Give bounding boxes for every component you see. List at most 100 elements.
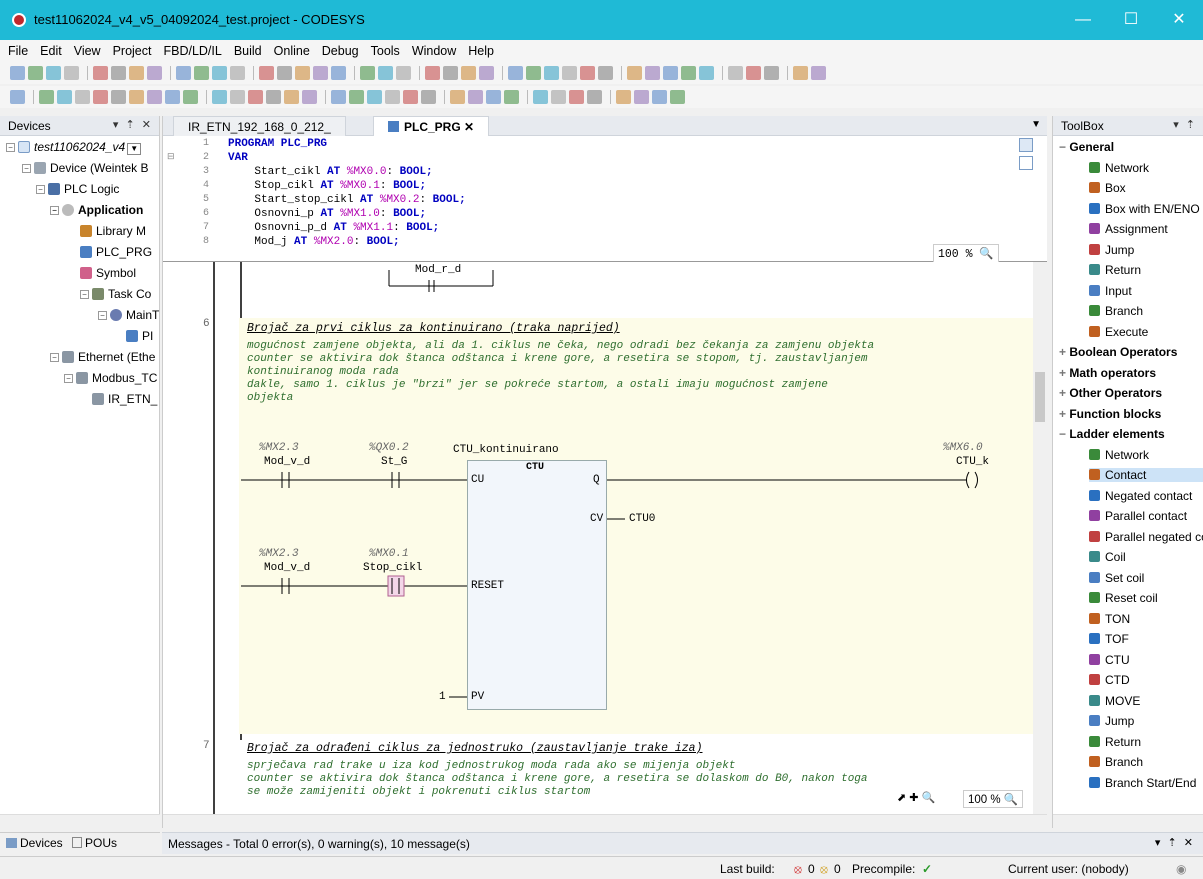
- toolbar-button-icon[interactable]: [793, 65, 808, 80]
- toolbox-item-branch[interactable]: Branch: [1089, 755, 1143, 769]
- toolbar-button-icon[interactable]: [396, 65, 411, 80]
- toolbar-button-icon[interactable]: [508, 65, 523, 80]
- menu-tools[interactable]: Tools: [363, 40, 404, 58]
- tree-item-ir-etn[interactable]: IR_ETN_: [92, 392, 157, 406]
- menu-fbd-ld-il[interactable]: FBD/LD/IL: [155, 40, 225, 58]
- toolbox-item-assignment[interactable]: Assignment: [1089, 222, 1168, 236]
- toolbar-button-icon[interactable]: [746, 65, 761, 80]
- ladder-zoom[interactable]: 100 % 🔍: [963, 790, 1024, 808]
- decl-textual-view-icon[interactable]: [1019, 138, 1033, 152]
- tab-pous[interactable]: POUs: [72, 836, 117, 850]
- ladder-editor[interactable]: Mod_r_d 6 Brojač za prvi ciklus za konti…: [163, 262, 1033, 814]
- toolbar-button-icon[interactable]: [176, 65, 191, 80]
- toolbar-button-icon[interactable]: [302, 89, 317, 104]
- menu-file[interactable]: File: [0, 40, 32, 58]
- toolbar-button-icon[interactable]: [129, 89, 144, 104]
- toolbar-button-icon[interactable]: [295, 65, 310, 80]
- toolbar-button-icon[interactable]: [461, 65, 476, 80]
- maximize-button[interactable]: ☐: [1111, 8, 1151, 32]
- tree-item-modbus[interactable]: − Modbus_TC: [64, 371, 157, 385]
- toolbox-item-negated-contact[interactable]: Negated contact: [1089, 489, 1192, 503]
- toolbar-button-icon[interactable]: [627, 65, 642, 80]
- toolbar-button-icon[interactable]: [46, 65, 61, 80]
- toolbar-button-icon[interactable]: [403, 89, 418, 104]
- toolbar-button-icon[interactable]: [645, 65, 660, 80]
- toolbar-button-icon[interactable]: [129, 65, 144, 80]
- toolbar-button-icon[interactable]: [10, 89, 25, 104]
- toolbar-button-icon[interactable]: [212, 89, 227, 104]
- toolbar-button-icon[interactable]: [811, 65, 826, 80]
- menu-view[interactable]: View: [66, 40, 105, 58]
- toolbar-button-icon[interactable]: [331, 89, 346, 104]
- toolbar-button-icon[interactable]: [331, 65, 346, 80]
- toolbar-button-icon[interactable]: [165, 89, 180, 104]
- toolbar-button-icon[interactable]: [75, 89, 90, 104]
- minimize-button[interactable]: —: [1063, 8, 1103, 32]
- toolbar-button-icon[interactable]: [728, 65, 743, 80]
- toolbox-item-parallel-negated-co[interactable]: Parallel negated co: [1089, 530, 1203, 544]
- tree-item-project[interactable]: − test11062024_v4 ▼: [6, 140, 142, 155]
- tree-item-main-task[interactable]: − MainT: [98, 308, 159, 322]
- toolbar-button-icon[interactable]: [569, 89, 584, 104]
- toolbar-button-icon[interactable]: [367, 89, 382, 104]
- ladder-hscroll[interactable]: [163, 814, 1047, 828]
- tree-item-application[interactable]: − Application: [50, 203, 143, 217]
- pane-controls[interactable]: ▾ ⇡ ✕: [113, 118, 153, 131]
- toolbar-button-icon[interactable]: [39, 89, 54, 104]
- toolbox-item-set-coil[interactable]: Set coil: [1089, 571, 1144, 585]
- toolbox-item-contact[interactable]: Contact: [1089, 468, 1203, 482]
- toolbar-button-icon[interactable]: [360, 65, 375, 80]
- toolbox-item-branch-start-end[interactable]: Branch Start/End: [1089, 776, 1196, 790]
- toolbar-button-icon[interactable]: [230, 89, 245, 104]
- collapse-icon[interactable]: −: [6, 143, 15, 152]
- toolbar-button-icon[interactable]: [10, 65, 25, 80]
- toolbar-button-icon[interactable]: [663, 65, 678, 80]
- toolbox-item-box[interactable]: Box: [1089, 181, 1126, 195]
- toolbox-category-boolean-operators[interactable]: + Boolean Operators: [1059, 345, 1177, 359]
- toolbar-button-icon[interactable]: [266, 89, 281, 104]
- toolbar-button-icon[interactable]: [468, 89, 483, 104]
- toolbox-category-ladder-elements[interactable]: − Ladder elements: [1059, 427, 1165, 441]
- toolbar-button-icon[interactable]: [504, 89, 519, 104]
- toolbar-button-icon[interactable]: [699, 65, 714, 80]
- devices-hscroll[interactable]: [0, 814, 160, 828]
- toolbar-button-icon[interactable]: [479, 65, 494, 80]
- toolbox-category-other-operators[interactable]: + Other Operators: [1059, 386, 1162, 400]
- toolbox-item-jump[interactable]: Jump: [1089, 243, 1134, 257]
- toolbox-item-ctd[interactable]: CTD: [1089, 673, 1130, 687]
- tree-item-symbol-config[interactable]: Symbol: [80, 266, 136, 280]
- toolbar-button-icon[interactable]: [634, 89, 649, 104]
- toolbar-button-icon[interactable]: [425, 65, 440, 80]
- toolbar-button-icon[interactable]: [544, 65, 559, 80]
- menu-help[interactable]: Help: [460, 40, 498, 58]
- toolbar-button-icon[interactable]: [443, 65, 458, 80]
- tree-item-task-config[interactable]: − Task Co: [80, 287, 151, 301]
- tree-item-plc-prg[interactable]: PLC_PRG: [80, 245, 152, 259]
- toolbox-item-input[interactable]: Input: [1089, 284, 1132, 298]
- toolbar-button-icon[interactable]: [147, 65, 162, 80]
- pointer-pan-zoom-icons[interactable]: ⬈ ✚ 🔍: [897, 791, 935, 804]
- toolbox-item-tof[interactable]: TOF: [1089, 632, 1129, 646]
- toolbar-button-icon[interactable]: [551, 89, 566, 104]
- tab-ir-etn[interactable]: IR_ETN_192_168_0_212_: [173, 116, 346, 136]
- close-button[interactable]: ✕: [1159, 8, 1199, 32]
- toolbar-button-icon[interactable]: [64, 65, 79, 80]
- toolbar-button-icon[interactable]: [421, 89, 436, 104]
- toolbar-button-icon[interactable]: [526, 65, 541, 80]
- toolbar-button-icon[interactable]: [385, 89, 400, 104]
- menu-edit[interactable]: Edit: [32, 40, 66, 58]
- toolbar-button-icon[interactable]: [580, 65, 595, 80]
- menu-build[interactable]: Build: [226, 40, 266, 58]
- toolbox-item-network[interactable]: Network: [1089, 448, 1149, 462]
- toolbar-button-icon[interactable]: [284, 89, 299, 104]
- toolbar-button-icon[interactable]: [349, 89, 364, 104]
- toolbox-category-general[interactable]: − General: [1059, 140, 1114, 154]
- toolbar-button-icon[interactable]: [230, 65, 245, 80]
- toolbox-item-parallel-contact[interactable]: Parallel contact: [1089, 509, 1187, 523]
- toolbox-item-return[interactable]: Return: [1089, 263, 1141, 277]
- toolbar-button-icon[interactable]: [93, 89, 108, 104]
- toolbar-button-icon[interactable]: [764, 65, 779, 80]
- decl-tabular-view-icon[interactable]: [1019, 156, 1033, 170]
- tree-item-task-pou[interactable]: PI: [126, 329, 153, 343]
- messages-bar[interactable]: Messages - Total 0 error(s), 0 warning(s…: [162, 832, 1203, 854]
